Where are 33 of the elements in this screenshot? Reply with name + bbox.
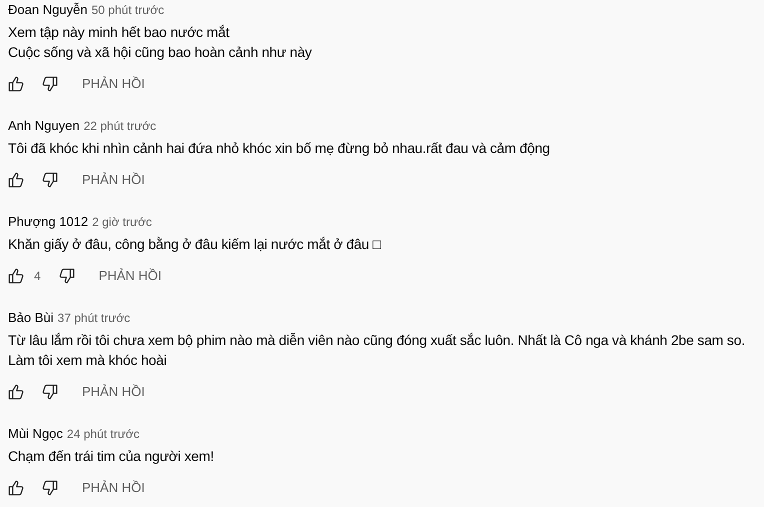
thumbs-down-icon[interactable] xyxy=(42,76,58,92)
thumbs-down-icon[interactable] xyxy=(58,268,75,284)
author-name[interactable]: Bảo Bùi xyxy=(8,310,54,326)
reply-button[interactable]: PHẢN HỒI xyxy=(82,478,145,498)
timestamp[interactable]: 37 phút trước xyxy=(58,310,130,326)
reply-button[interactable]: PHẢN HỒI xyxy=(82,170,145,190)
reply-button[interactable]: PHẢN HỒI xyxy=(98,266,162,286)
comment-text: Cuộc sống và xã hội cũng bao hoàn cảnh như này xyxy=(8,43,313,62)
timestamp[interactable]: 50 phút trước xyxy=(92,2,164,18)
comment-text: Chạm đến trái tim của người xem! xyxy=(8,447,215,466)
thumbs-down-icon[interactable] xyxy=(42,384,58,400)
reply-button[interactable]: PHẢN HỒI xyxy=(82,382,145,402)
comment-text: Xem tập này minh hết bao nước mắt xyxy=(8,23,230,42)
thumbs-down-icon[interactable] xyxy=(42,172,58,188)
thumbs-up-icon[interactable] xyxy=(8,172,24,188)
author-name[interactable]: Anh Nguyen xyxy=(8,118,80,134)
author-name[interactable]: Phượng 1012 xyxy=(8,214,88,230)
thumbs-up-icon[interactable] xyxy=(8,76,24,92)
thumbs-down-icon[interactable] xyxy=(42,480,58,496)
comment-text: Tôi đã khóc khi nhìn cảnh hai đứa nhỏ khóc xin bố mẹ đừng bỏ nhau.rất đau và cảm động xyxy=(8,139,551,158)
like-count: 4 xyxy=(34,268,41,285)
author-name[interactable]: Đoan Nguyễn xyxy=(8,2,88,18)
comment-text: Làm tôi xem mà khóc hoài xyxy=(8,351,168,370)
thumbs-up-icon[interactable] xyxy=(8,480,24,496)
thumbs-up-icon[interactable] xyxy=(8,384,24,400)
author-name[interactable]: Mùi Ngọc xyxy=(8,426,63,442)
thumbs-up-icon[interactable] xyxy=(8,268,24,284)
comment-text: Từ lâu lắm rồi tôi chưa xem bộ phim nào mà diễn viên nào cũng đóng xuất sắc luôn. Nhất là Cô nga và khánh 2be sam so. xyxy=(8,331,746,350)
timestamp[interactable]: 22 phút trước xyxy=(84,118,156,134)
timestamp[interactable]: 24 phút trước xyxy=(66,426,140,442)
reply-button[interactable]: PHẢN HỒI xyxy=(82,74,145,94)
comment-text: Khăn giấy ở đâu, công bằng ở đâu kiếm lại nước mắt ở đâu □ xyxy=(8,235,382,254)
timestamp[interactable]: 2 giờ trước xyxy=(92,214,152,230)
